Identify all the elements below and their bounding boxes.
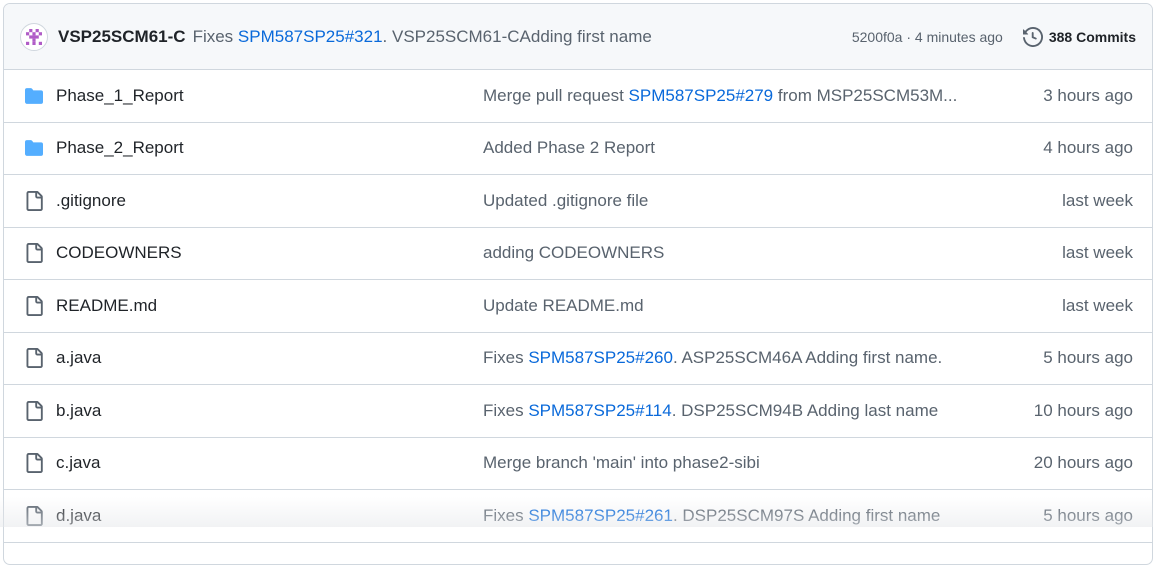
file-icon — [23, 400, 45, 422]
commit-message-prefix: Update README.md — [483, 295, 644, 315]
file-commit-message[interactable]: Fixes SPM587SP25#261. DSP25SCM97S Adding… — [483, 506, 940, 526]
file-commit-message[interactable]: Merge branch 'main' into phase2-sibi — [483, 453, 760, 473]
file-name-link[interactable]: d.java — [56, 506, 101, 526]
commit-message-prefix: Fixes — [483, 348, 529, 368]
commit-issue-link[interactable]: SPM587SP25#114 — [528, 401, 671, 420]
file-list: Phase_1_Report Merge pull request SPM587S… — [4, 70, 1152, 543]
file-name-link[interactable]: Phase_1_Report — [56, 86, 184, 106]
file-name-link[interactable]: .gitignore — [56, 191, 126, 211]
commit-author-link[interactable]: VSP25SCM61-C — [58, 27, 186, 47]
folder-icon — [23, 137, 45, 159]
file-commit-time: 10 hours ago — [1033, 400, 1133, 420]
file-row[interactable]: c.java Merge branch 'main' into phase2-si… — [4, 438, 1152, 490]
file-row[interactable]: d.java Fixes SPM587SP25#261. DSP25SCM97S … — [4, 490, 1152, 543]
commit-message-suffix: . DSP25SCM97S Adding first name — [672, 505, 941, 525]
file-name-link[interactable]: Phase_2_Report — [56, 138, 184, 158]
file-name-link[interactable]: README.md — [56, 296, 157, 316]
file-row[interactable]: README.md Update README.md last week — [4, 280, 1152, 333]
commit-message-prefix: adding CODEOWNERS — [483, 243, 665, 263]
file-name-link[interactable]: a.java — [56, 348, 101, 368]
author-avatar[interactable] — [20, 22, 48, 51]
commit-message-prefix: Merge branch 'main' into phase2-sibi — [483, 453, 760, 473]
commit-issue-link[interactable]: SPM587SP25#261 — [528, 506, 673, 525]
commit-message-suffix: from MSP25SCM53M... — [773, 85, 958, 105]
file-commit-message[interactable]: Merge pull request SPM587SP25#279 from M… — [483, 86, 957, 106]
file-row[interactable]: Phase_1_Report Merge pull request SPM587S… — [4, 70, 1152, 123]
commits-history-link[interactable]: 388 Commits — [1022, 26, 1136, 47]
commit-message-prefix: Fixes — [483, 505, 529, 525]
commit-message-suffix: . DSP25SCM94B Adding last name — [671, 400, 939, 420]
file-browser: VSP25SCM61-C Fixes SPM587SP25#321. VSP25… — [3, 3, 1153, 565]
commit-message-prefix: Fixes — [483, 400, 529, 420]
file-row[interactable]: Phase_2_Report Added Phase 2 Report 4 hour… — [4, 123, 1152, 175]
commits-count: 388 Commits — [1048, 28, 1136, 45]
file-commit-message[interactable]: Fixes SPM587SP25#260. ASP25SCM46A Adding… — [483, 348, 942, 368]
file-icon — [23, 452, 45, 474]
file-commit-time: 4 hours ago — [1043, 138, 1133, 158]
commit-message-prefix: Added Phase 2 Report — [483, 138, 656, 158]
file-name-link[interactable]: CODEOWNERS — [56, 243, 182, 263]
file-icon — [23, 190, 45, 212]
file-commit-message[interactable]: adding CODEOWNERS — [483, 243, 664, 263]
file-row[interactable]: a.java Fixes SPM587SP25#260. ASP25SCM46A … — [4, 333, 1152, 385]
latest-commit-header: VSP25SCM61-C Fixes SPM587SP25#321. VSP25… — [4, 4, 1152, 70]
file-commit-time: last week — [1062, 190, 1133, 210]
file-commit-message[interactable]: Update README.md — [483, 296, 644, 316]
file-commit-time: last week — [1062, 243, 1133, 263]
file-icon — [23, 295, 45, 317]
commit-message-suffix: . ASP25SCM46A Adding first name. — [672, 348, 943, 368]
file-name-link[interactable]: b.java — [56, 401, 101, 421]
file-row[interactable]: CODEOWNERS adding CODEOWNERS last week — [4, 228, 1152, 280]
commit-issue-link[interactable]: SPM587SP25#321 — [238, 27, 383, 46]
file-commit-time: 5 hours ago — [1043, 505, 1133, 525]
history-icon — [1022, 26, 1043, 47]
file-icon — [23, 347, 45, 369]
file-commit-time: 3 hours ago — [1043, 85, 1133, 105]
file-commit-time: 20 hours ago — [1033, 453, 1133, 473]
file-commit-time: last week — [1062, 295, 1133, 315]
file-commit-message[interactable]: Updated .gitignore file — [483, 191, 648, 211]
commit-message-prefix: Updated .gitignore file — [483, 190, 649, 210]
file-name-link[interactable]: c.java — [56, 453, 100, 473]
commit-message-prefix: Fixes — [192, 26, 234, 46]
file-row[interactable]: b.java Fixes SPM587SP25#114. DSP25SCM94B … — [4, 385, 1152, 438]
file-commit-message[interactable]: Added Phase 2 Report — [483, 138, 655, 158]
file-icon — [23, 505, 45, 527]
commit-issue-link[interactable]: SPM587SP25#279 — [629, 86, 774, 105]
file-icon — [23, 242, 45, 264]
file-row[interactable]: .gitignore Updated .gitignore file last we… — [4, 175, 1152, 228]
identicon-icon — [26, 28, 42, 45]
file-commit-time: 5 hours ago — [1043, 348, 1133, 368]
commit-sha-time[interactable]: 5200f0a · 4 minutes ago — [852, 29, 1003, 45]
folder-icon — [23, 85, 45, 107]
file-commit-message[interactable]: Fixes SPM587SP25#114. DSP25SCM94B Adding… — [483, 401, 938, 421]
commit-message: Fixes SPM587SP25#321. VSP25SCM61-CAdding… — [193, 27, 652, 47]
commit-issue-link[interactable]: SPM587SP25#260 — [528, 348, 673, 367]
commit-message-suffix: . VSP25SCM61-CAdding first name — [382, 26, 652, 46]
commit-message-prefix: Merge pull request — [483, 85, 629, 105]
